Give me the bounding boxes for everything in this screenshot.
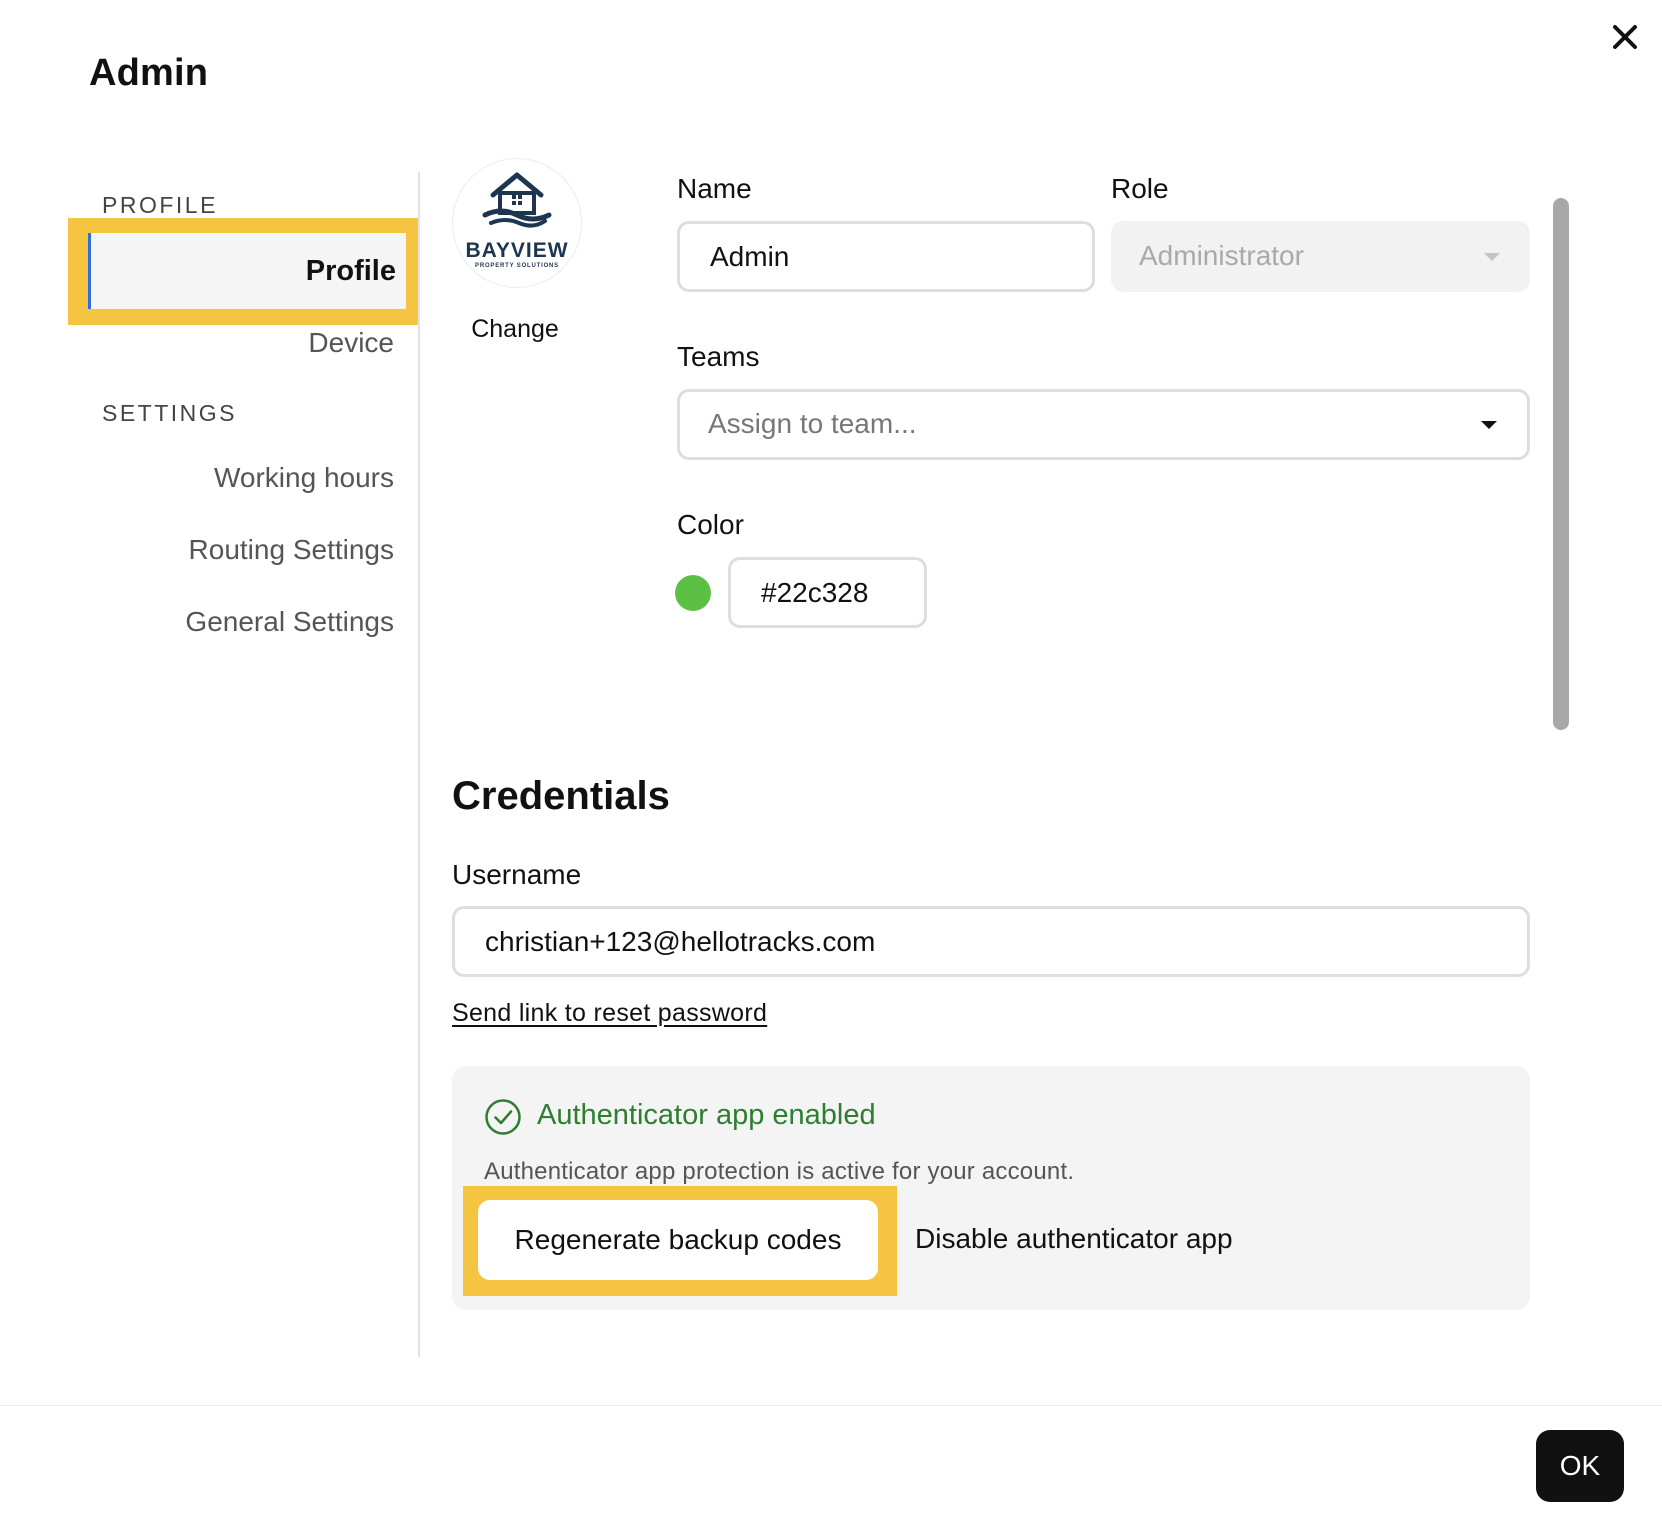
auth-status-text: Authenticator app enabled xyxy=(537,1099,876,1131)
sidebar-item-working-hours[interactable]: Working hours xyxy=(214,462,394,494)
color-swatch[interactable] xyxy=(675,575,711,611)
chevron-down-icon xyxy=(1484,252,1500,261)
credentials-heading: Credentials xyxy=(452,774,670,818)
name-input[interactable] xyxy=(677,221,1095,292)
reset-password-link[interactable]: Send link to reset password xyxy=(452,999,767,1028)
avatar[interactable]: BAYVIEW PROPERTY SOLUTIONS xyxy=(452,158,582,288)
brand-name: BAYVIEW xyxy=(465,239,569,262)
role-value: Administrator xyxy=(1139,240,1304,271)
sidebar-item-profile[interactable]: Profile xyxy=(88,233,406,309)
username-label: Username xyxy=(452,859,582,890)
name-label: Name xyxy=(677,173,752,204)
footer-divider xyxy=(0,1405,1662,1406)
dialog-title: Admin xyxy=(89,52,209,94)
close-icon xyxy=(1613,25,1637,49)
change-avatar-button[interactable]: Change xyxy=(440,315,590,344)
regenerate-backup-codes-button[interactable]: Regenerate backup codes xyxy=(478,1200,878,1280)
sidebar-item-label: Profile xyxy=(305,255,396,287)
sidebar-divider xyxy=(418,172,420,1357)
username-input[interactable] xyxy=(452,906,1530,977)
color-label: Color xyxy=(677,509,744,540)
auth-description: Authenticator app protection is active f… xyxy=(484,1158,1075,1185)
teams-label: Teams xyxy=(677,341,760,372)
check-circle-icon xyxy=(485,1099,521,1135)
teams-select[interactable]: Assign to team... xyxy=(677,389,1530,460)
scrollbar-thumb[interactable] xyxy=(1553,198,1569,730)
role-label: Role xyxy=(1111,173,1169,204)
close-button[interactable] xyxy=(1608,20,1642,54)
sidebar-item-routing-settings[interactable]: Routing Settings xyxy=(189,534,394,566)
chevron-down-icon xyxy=(1481,420,1497,429)
disable-authenticator-button[interactable]: Disable authenticator app xyxy=(915,1223,1233,1255)
sidebar-item-general-settings[interactable]: General Settings xyxy=(185,606,394,638)
ok-button[interactable]: OK xyxy=(1536,1430,1624,1502)
role-select: Administrator xyxy=(1111,221,1530,292)
color-hex-input[interactable] xyxy=(728,557,927,628)
sidebar-item-device[interactable]: Device xyxy=(308,327,394,359)
teams-placeholder: Assign to team... xyxy=(708,408,917,439)
sidebar-section-profile: PROFILE xyxy=(102,192,218,218)
brand-tagline: PROPERTY SOLUTIONS xyxy=(475,263,559,269)
sidebar-section-settings: SETTINGS xyxy=(102,400,238,426)
